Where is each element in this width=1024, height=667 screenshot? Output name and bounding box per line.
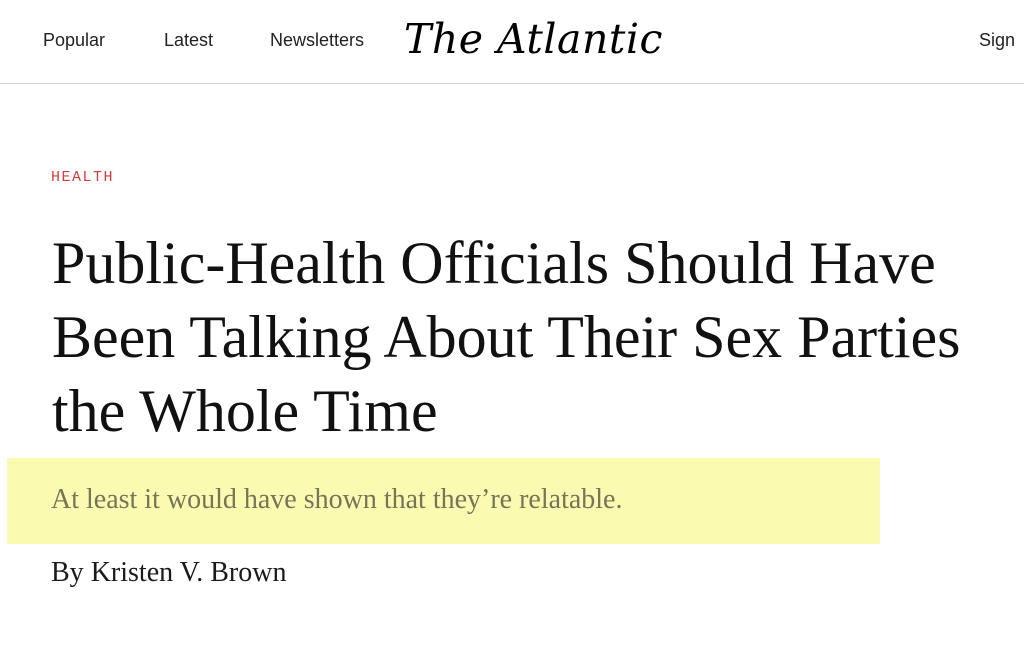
nav-link-latest[interactable]: Latest <box>164 30 213 51</box>
author-link[interactable]: Kristen V. Brown <box>91 557 287 588</box>
byline-prefix: By <box>51 557 91 588</box>
site-logo[interactable]: The Atlantic <box>404 14 663 64</box>
article-byline: By Kristen V. Brown <box>51 555 286 591</box>
article-headline: Public-Health Officials Should Have Been… <box>52 230 961 444</box>
article-dek: At least it would have shown that they’r… <box>51 484 623 515</box>
top-navigation-bar: Popular Latest Newsletters The Atlantic … <box>0 0 1024 84</box>
sign-in-link[interactable]: Sign <box>979 30 1015 51</box>
section-label[interactable]: HEALTH <box>51 169 114 186</box>
nav-link-popular[interactable]: Popular <box>43 30 105 51</box>
nav-link-newsletters[interactable]: Newsletters <box>270 30 364 51</box>
